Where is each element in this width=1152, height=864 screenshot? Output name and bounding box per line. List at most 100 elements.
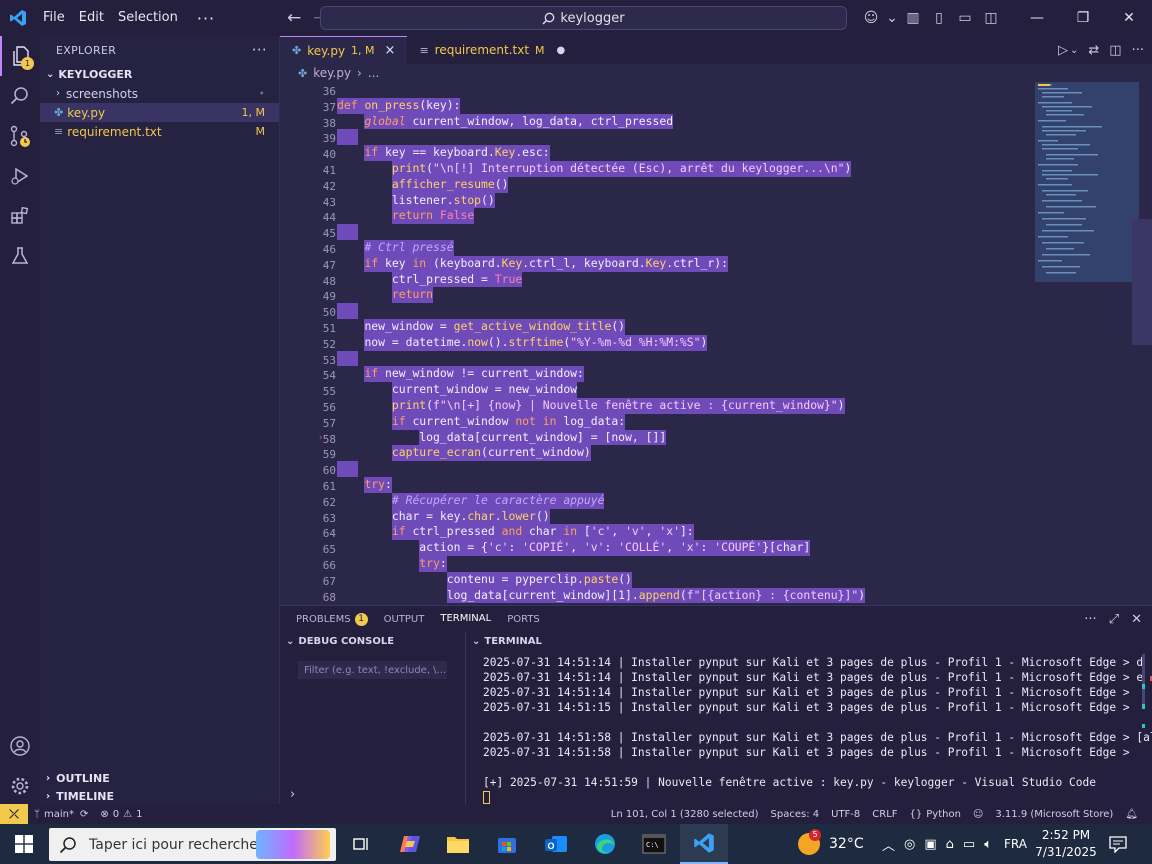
- task-view-icon[interactable]: [337, 824, 385, 864]
- more-actions-icon[interactable]: ···: [1084, 612, 1096, 627]
- folder-name: KEYLOGGER: [58, 67, 133, 81]
- remote-icon[interactable]: ⤫: [0, 804, 28, 824]
- encoding[interactable]: UTF-8: [825, 809, 866, 820]
- windows-start-icon[interactable]: [0, 824, 48, 864]
- chevron-right-icon[interactable]: ›: [290, 787, 295, 802]
- tree-item-key-py[interactable]: ✤ key.py 1, M: [40, 103, 279, 122]
- testing-flask-icon[interactable]: [0, 236, 40, 276]
- notification-center-icon[interactable]: [1108, 824, 1128, 864]
- camera-icon[interactable]: ▣: [924, 837, 936, 852]
- search-text: keylogger: [560, 10, 625, 26]
- git-branch[interactable]: ᛘ main* ⟳: [28, 809, 94, 820]
- tab-problems[interactable]: PROBLEMS 1: [288, 606, 376, 633]
- outline-section[interactable]: › OUTLINE: [40, 769, 280, 787]
- input-language[interactable]: FRA: [1004, 824, 1027, 864]
- chevron-up-icon[interactable]: ︿: [882, 835, 895, 854]
- menu-selection[interactable]: Selection: [111, 0, 185, 36]
- terminal-scrollbar[interactable]: [1142, 654, 1152, 804]
- extensions-icon[interactable]: [0, 196, 40, 236]
- code-area[interactable]: def on_press(key): global current_window…: [337, 82, 1027, 605]
- line-number: 36: [322, 85, 336, 98]
- chevron-right-icon: ›: [46, 790, 51, 802]
- copilot-icon[interactable]: ☺: [858, 0, 884, 36]
- tab-key-py[interactable]: ✤ key.py 1, M ×: [280, 36, 408, 64]
- timeline-section[interactable]: › TIMELINE: [40, 787, 280, 805]
- outlook-icon[interactable]: O: [532, 824, 580, 864]
- back-arrow-icon[interactable]: ←: [281, 8, 307, 28]
- clock[interactable]: 2:52 PM 7/31/2025: [1035, 824, 1097, 864]
- folder-keylogger[interactable]: ⌄ KEYLOGGER: [40, 64, 279, 84]
- more-actions-icon[interactable]: ···: [1132, 43, 1144, 58]
- tree-item-requirement[interactable]: ≡ requirement.txt M: [40, 122, 279, 141]
- close-panel-icon[interactable]: ✕: [1131, 612, 1142, 627]
- command-center-search[interactable]: keylogger: [320, 6, 847, 30]
- explorer-icon[interactable]: 1: [0, 36, 40, 76]
- notifications-bell-icon[interactable]: 🔔︎: [1119, 809, 1144, 820]
- code-editor[interactable]: 36 37 38 39 40 41 42 43 44 45 46 47 48 49 50 51 52 53 54 55…: [280, 82, 1152, 605]
- search-view-icon[interactable]: [0, 76, 40, 116]
- layout-customize-icon[interactable]: ▥: [900, 0, 926, 36]
- menu-file[interactable]: File: [36, 0, 72, 36]
- source-control-icon[interactable]: [0, 116, 40, 156]
- menu-edit[interactable]: Edit: [72, 0, 111, 36]
- file-explorer-icon[interactable]: [434, 824, 482, 864]
- terminal[interactable]: ⌄ TERMINAL 2025-07-31 14:51:14 | Installe…: [466, 632, 1152, 804]
- code-line: return: [391, 287, 434, 304]
- settings-gear-icon[interactable]: [0, 766, 40, 806]
- toggle-panel-icon[interactable]: ▭: [952, 0, 978, 36]
- indentation[interactable]: Spaces: 4: [765, 809, 826, 820]
- restore-icon[interactable]: ❐: [1060, 0, 1106, 36]
- more-actions-icon[interactable]: ···: [252, 41, 267, 59]
- compare-changes-icon[interactable]: ⇄: [1088, 43, 1099, 58]
- line-ending[interactable]: CRLF: [866, 809, 903, 820]
- debug-filter-input[interactable]: Filter (e.g. text, !exclude, \...: [298, 661, 447, 679]
- split-editor-icon[interactable]: ◫: [1109, 43, 1121, 58]
- tree-item-label: screenshots: [66, 86, 139, 101]
- toggle-sidebar-icon[interactable]: ▯: [926, 0, 952, 36]
- maximize-panel-icon[interactable]: ⤢: [1109, 612, 1119, 627]
- tab-ports[interactable]: PORTS: [499, 606, 548, 633]
- breadcrumb-symbol[interactable]: ...: [368, 66, 379, 80]
- vscode-app-icon[interactable]: [680, 824, 728, 864]
- tree-item-screenshots[interactable]: › screenshots •: [40, 84, 279, 103]
- python-interpreter[interactable]: 3.11.9 (Microsoft Store): [989, 809, 1119, 820]
- more-menu-button[interactable]: ···: [185, 9, 227, 28]
- line-number: 68: [322, 590, 336, 604]
- toggle-secondary-sidebar-icon[interactable]: ◫: [978, 0, 1004, 36]
- unsaved-dot-icon[interactable]: ●: [557, 45, 566, 56]
- tab-terminal[interactable]: TERMINAL: [432, 606, 500, 633]
- microsoft-store-icon[interactable]: [483, 824, 531, 864]
- language-mode[interactable]: {} Python: [904, 809, 967, 820]
- meet-now-icon[interactable]: ◎: [904, 837, 915, 852]
- run-debug-icon[interactable]: [0, 156, 40, 196]
- run-icon[interactable]: ▷: [1058, 43, 1068, 58]
- problems-status[interactable]: ⊗ 0 ⚠ 1: [94, 809, 148, 820]
- tree-item-label: key.py: [67, 105, 106, 120]
- scrollbar-thumb[interactable]: [1132, 219, 1152, 345]
- edge-browser-icon[interactable]: [581, 824, 629, 864]
- chevron-down-icon[interactable]: ⌄: [1070, 45, 1078, 56]
- chevron-down-icon[interactable]: ⌄: [884, 0, 900, 36]
- code-line: log_data[current_window] = [now, []]: [419, 429, 667, 446]
- weather-widget[interactable]: 5 32°C: [798, 824, 864, 864]
- terminal-app-icon[interactable]: C:\: [630, 824, 678, 864]
- account-icon[interactable]: [0, 726, 40, 766]
- tab-status: 1, M: [351, 44, 375, 57]
- volume-icon[interactable]: 🔈︎: [984, 837, 992, 852]
- close-icon[interactable]: ✕: [1106, 0, 1152, 36]
- language-label: Python: [926, 808, 961, 820]
- minimize-icon[interactable]: —: [1014, 0, 1060, 36]
- tab-close-icon[interactable]: ×: [385, 43, 396, 58]
- network-icon[interactable]: ⌂: [946, 837, 954, 852]
- breadcrumb-file[interactable]: key.py: [313, 66, 351, 80]
- cursor-position[interactable]: Ln 101, Col 1 (3280 selected): [605, 809, 765, 820]
- display-icon[interactable]: ▭: [963, 837, 975, 852]
- taskbar-search-box[interactable]: Taper ici pour rechercher: [49, 828, 336, 861]
- terminal-header: TERMINAL: [484, 635, 542, 647]
- code-line: [337, 303, 358, 319]
- tab-requirement[interactable]: ≡ requirement.txt M ●: [407, 36, 577, 64]
- copilot-status-icon[interactable]: ☺: [967, 809, 989, 820]
- copilot-app-icon[interactable]: [386, 824, 434, 864]
- minimap[interactable]: [1032, 82, 1140, 605]
- tab-output[interactable]: OUTPUT: [376, 606, 433, 633]
